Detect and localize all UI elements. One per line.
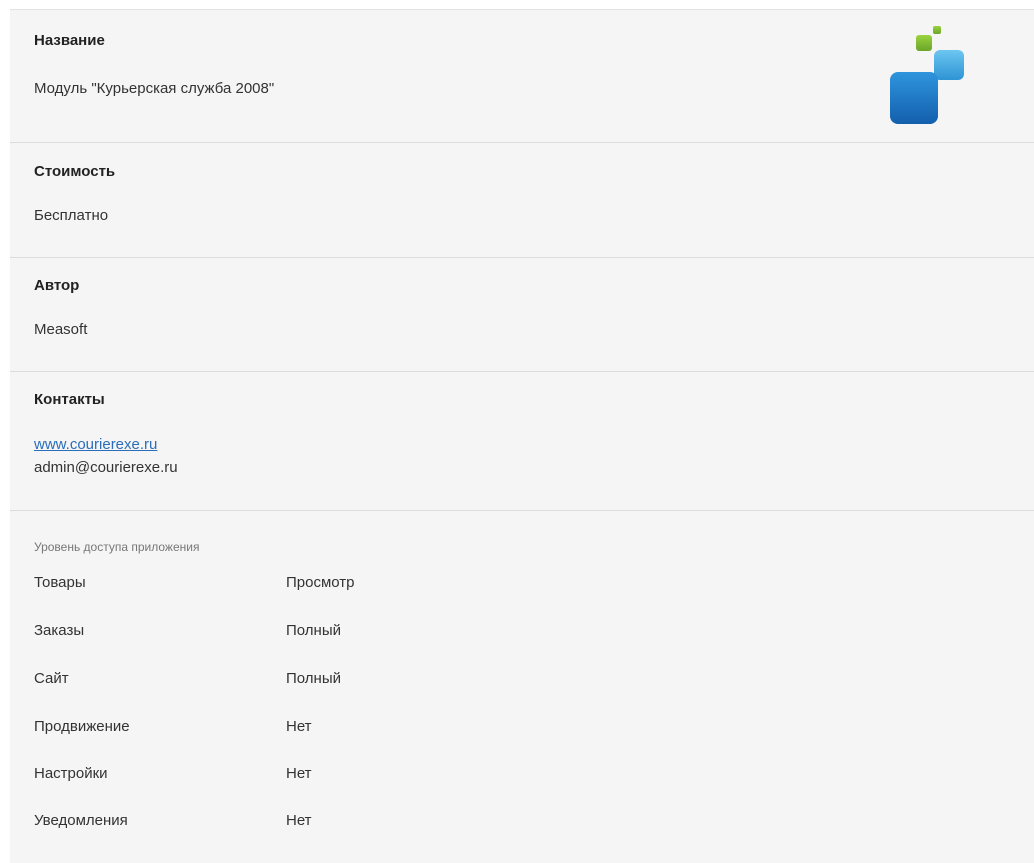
contact-email: admin@courierexe.ru (34, 459, 178, 476)
website-link[interactable]: www.courierexe.ru (34, 436, 157, 453)
permission-name: Товары (34, 574, 86, 591)
access-level-title: Уровень доступа приложения (34, 540, 200, 554)
permission-row: Настройки Нет (34, 765, 634, 785)
permission-row: Уведомления Нет (34, 812, 634, 832)
author-title: Автор (34, 277, 80, 294)
cost-section: Стоимость Бесплатно (10, 143, 1034, 258)
author-section: Автор Measoft (10, 258, 1034, 372)
name-value: Модуль "Курьерская служба 2008" (34, 80, 275, 97)
permission-level: Просмотр (286, 574, 355, 591)
app-logo-icon (890, 26, 964, 124)
cost-title: Стоимость (34, 163, 116, 180)
permission-name: Настройки (34, 765, 108, 782)
permission-row: Продвижение Нет (34, 718, 634, 738)
app-info-panel: Название Модуль "Курьерская служба 2008" (10, 9, 1034, 863)
permission-level: Нет (286, 765, 312, 782)
permission-row: Заказы Полный (34, 622, 634, 642)
contacts-title: Контакты (34, 391, 105, 408)
permission-level: Нет (286, 812, 312, 829)
permission-name: Заказы (34, 622, 85, 639)
permission-name: Продвижение (34, 718, 130, 735)
author-value: Measoft (34, 321, 88, 338)
name-title: Название (34, 32, 105, 49)
name-section: Название Модуль "Курьерская служба 2008" (10, 10, 1034, 143)
permission-name: Уведомления (34, 812, 128, 829)
permission-level: Полный (286, 670, 341, 687)
permission-row: Товары Просмотр (34, 574, 634, 594)
permission-level: Нет (286, 718, 312, 735)
permission-name: Сайт (34, 670, 69, 687)
contacts-section: Контакты www.courierexe.ru admin@courier… (10, 372, 1034, 511)
cost-value: Бесплатно (34, 207, 109, 224)
permission-row: Сайт Полный (34, 670, 634, 690)
permission-level: Полный (286, 622, 341, 639)
